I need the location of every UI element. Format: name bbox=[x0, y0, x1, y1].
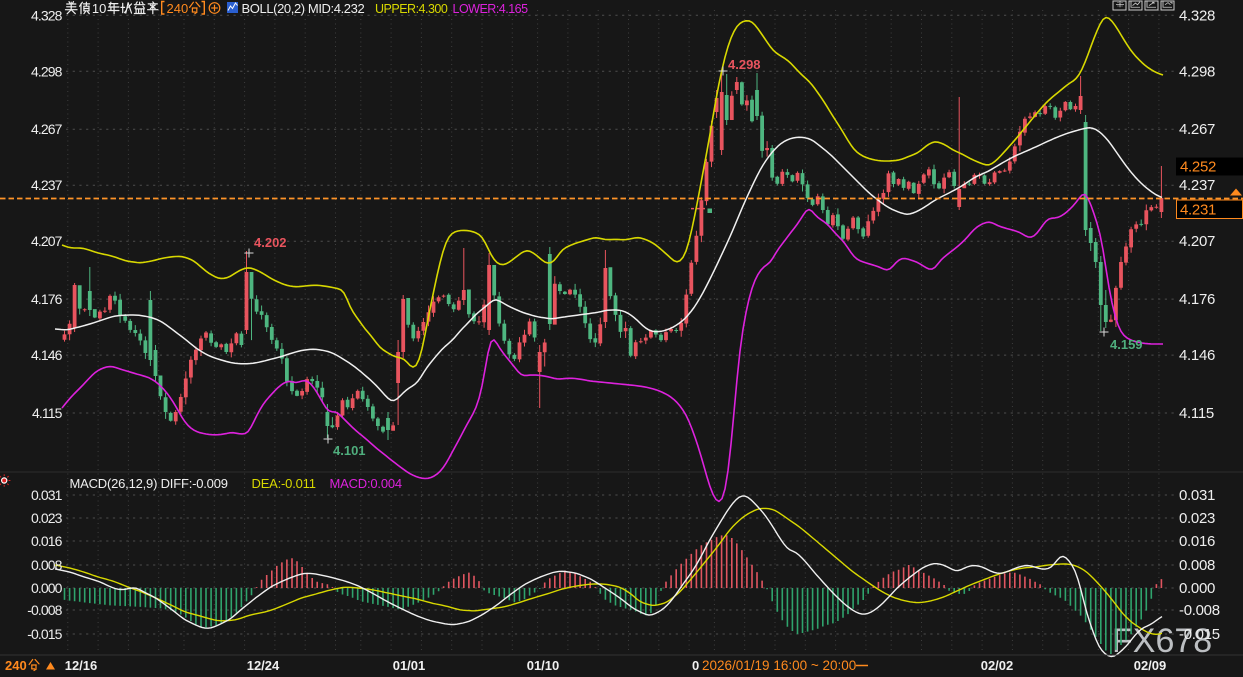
svg-text:BOLL(20,2) MID:4.232: BOLL(20,2) MID:4.232 bbox=[242, 1, 365, 16]
svg-text:4.159: 4.159 bbox=[1110, 337, 1143, 352]
svg-text:4.237: 4.237 bbox=[31, 177, 63, 193]
svg-text:MACD:0.004: MACD:0.004 bbox=[330, 476, 402, 491]
svg-text:4.231: 4.231 bbox=[1180, 202, 1216, 219]
svg-text:4.176: 4.176 bbox=[1179, 291, 1215, 308]
svg-text:4.207: 4.207 bbox=[1179, 233, 1215, 250]
svg-text:12/16: 12/16 bbox=[65, 658, 98, 673]
svg-text:0.023: 0.023 bbox=[1179, 510, 1215, 527]
svg-text:4.328: 4.328 bbox=[1179, 7, 1215, 24]
svg-text:10: 10 bbox=[92, 1, 106, 16]
svg-text:12/24: 12/24 bbox=[247, 658, 280, 673]
svg-text:4.252: 4.252 bbox=[1180, 159, 1216, 176]
svg-text:4.267: 4.267 bbox=[1179, 121, 1215, 138]
svg-text:4.298: 4.298 bbox=[31, 63, 63, 79]
svg-text:0.031: 0.031 bbox=[31, 487, 63, 503]
svg-text:4.202: 4.202 bbox=[254, 235, 287, 250]
svg-text:DEA:-0.011: DEA:-0.011 bbox=[252, 476, 316, 491]
svg-text:0: 0 bbox=[692, 658, 699, 673]
svg-text:4.207: 4.207 bbox=[31, 233, 63, 249]
svg-text:-0.015: -0.015 bbox=[27, 626, 62, 642]
svg-text:01/10: 01/10 bbox=[527, 658, 560, 673]
svg-text:4.101: 4.101 bbox=[333, 443, 366, 458]
svg-text:LOWER:4.165: LOWER:4.165 bbox=[453, 2, 529, 16]
svg-text:02/09: 02/09 bbox=[1134, 658, 1167, 673]
svg-text:4.115: 4.115 bbox=[1179, 405, 1214, 422]
svg-text:4.115: 4.115 bbox=[32, 405, 63, 421]
svg-text:4.298: 4.298 bbox=[1179, 63, 1215, 80]
svg-text:0.000: 0.000 bbox=[1179, 580, 1215, 597]
svg-text:4.298: 4.298 bbox=[728, 57, 761, 72]
svg-text:0.016: 0.016 bbox=[31, 533, 63, 549]
svg-text:4.328: 4.328 bbox=[31, 7, 63, 23]
svg-text:240: 240 bbox=[5, 658, 27, 673]
svg-text:4.176: 4.176 bbox=[31, 291, 63, 307]
svg-text:01/01: 01/01 bbox=[393, 658, 426, 673]
svg-text:0.023: 0.023 bbox=[31, 510, 63, 526]
svg-text:MACD(26,12,9) DIFF:-0.009: MACD(26,12,9) DIFF:-0.009 bbox=[70, 476, 228, 491]
svg-text:2026/01/19 16:00 ~ 20:00: 2026/01/19 16:00 ~ 20:00 bbox=[702, 658, 856, 673]
svg-text:0.008: 0.008 bbox=[1179, 557, 1215, 574]
svg-text:4.237: 4.237 bbox=[1179, 177, 1215, 194]
svg-text:-0.008: -0.008 bbox=[1179, 602, 1220, 619]
svg-text:4.146: 4.146 bbox=[1179, 347, 1215, 364]
svg-text:240: 240 bbox=[167, 1, 189, 16]
svg-text:0.031: 0.031 bbox=[1179, 487, 1215, 504]
svg-text:0.008: 0.008 bbox=[31, 557, 63, 573]
svg-text:4.146: 4.146 bbox=[31, 347, 63, 363]
svg-text:-0.015: -0.015 bbox=[1179, 626, 1220, 643]
svg-text:UPPER:4.300: UPPER:4.300 bbox=[375, 2, 448, 16]
svg-text:0.000: 0.000 bbox=[31, 580, 63, 596]
svg-text:4.267: 4.267 bbox=[31, 121, 63, 137]
svg-text:0.016: 0.016 bbox=[1179, 533, 1215, 550]
svg-text:02/02: 02/02 bbox=[981, 658, 1014, 673]
svg-text:-0.008: -0.008 bbox=[27, 602, 62, 618]
